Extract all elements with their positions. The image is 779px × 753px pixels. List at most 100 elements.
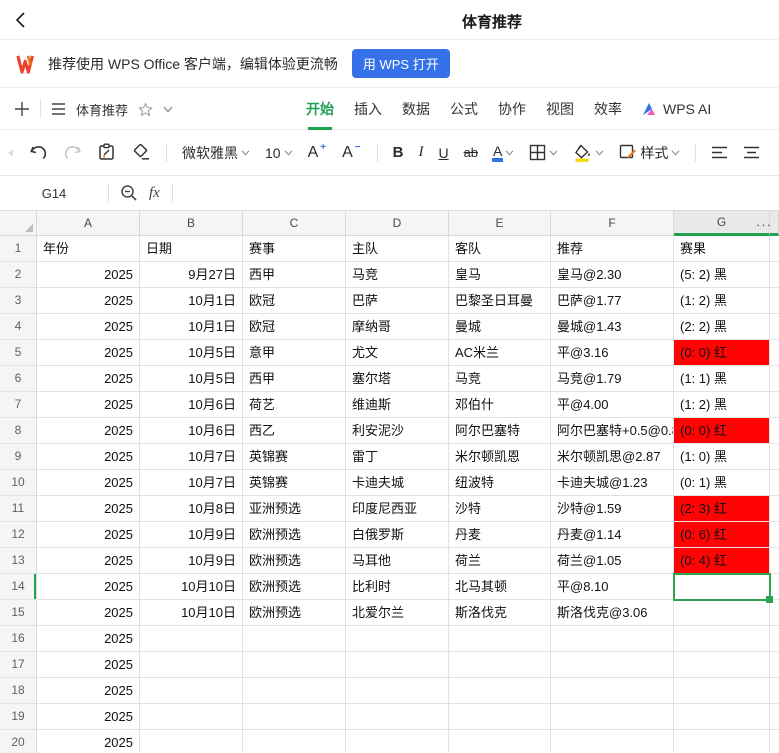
cell-D13[interactable]: 马耳他 [346,548,449,574]
cell-F11[interactable]: 沙特@1.59 [551,496,674,522]
cell-E12[interactable]: 丹麦 [449,522,551,548]
cell-F12[interactable]: 丹麦@1.14 [551,522,674,548]
cell-A12[interactable]: 2025 [37,522,140,548]
cell-D20[interactable] [346,730,449,753]
cell-D3[interactable]: 巴萨 [346,288,449,314]
cell-C11[interactable]: 亚洲预选 [243,496,346,522]
cell-B1[interactable]: 日期 [140,236,243,262]
tab-视图[interactable]: 视图 [546,88,574,130]
cell-C5[interactable]: 意甲 [243,340,346,366]
tab-WPS AI[interactable]: WPS AI [642,88,711,130]
eraser-button[interactable] [131,144,151,161]
cell-D12[interactable]: 白俄罗斯 [346,522,449,548]
new-sheet-button[interactable] [14,101,30,117]
cell-A10[interactable]: 2025 [37,470,140,496]
cell-E5[interactable]: AC米兰 [449,340,551,366]
cell-A6[interactable]: 2025 [37,366,140,392]
column-header-F[interactable]: F [551,211,674,236]
title-dropdown-button[interactable] [163,106,173,113]
cell-F16[interactable] [551,626,674,652]
cell-D10[interactable]: 卡迪夫城 [346,470,449,496]
cell-G7[interactable]: (1: 2) 黑 [674,392,770,418]
row-header-17[interactable]: 17 [0,652,37,678]
cell-D15[interactable]: 北爱尔兰 [346,600,449,626]
cell-G11[interactable]: (2: 3) 红 [674,496,770,522]
column-header-E[interactable]: E [449,211,551,236]
font-size-select[interactable]: 10 [265,145,293,161]
fill-color-button[interactable] [573,144,604,162]
row-header-13[interactable]: 13 [0,548,37,574]
cell-E8[interactable]: 阿尔巴塞特 [449,418,551,444]
cell-F1[interactable]: 推荐 [551,236,674,262]
cell-E10[interactable]: 纽波特 [449,470,551,496]
cell-C19[interactable] [243,704,346,730]
cell-D1[interactable]: 主队 [346,236,449,262]
cell-D9[interactable]: 雷丁 [346,444,449,470]
row-header-15[interactable]: 15 [0,600,37,626]
cell-G10[interactable]: (0: 1) 黑 [674,470,770,496]
cell-B9[interactable]: 10月7日 [140,444,243,470]
cell-D2[interactable]: 马竞 [346,262,449,288]
cell-E14[interactable]: 北马其顿 [449,574,551,600]
cell-E19[interactable] [449,704,551,730]
cell-F7[interactable]: 平@4.00 [551,392,674,418]
cell-B19[interactable] [140,704,243,730]
row-header-1[interactable]: 1 [0,236,37,262]
cell-E7[interactable]: 邓伯什 [449,392,551,418]
tab-开始[interactable]: 开始 [306,88,334,130]
cell-B12[interactable]: 10月9日 [140,522,243,548]
cell-G2[interactable]: (5: 2) 黑 [674,262,770,288]
row-header-7[interactable]: 7 [0,392,37,418]
cell-A19[interactable]: 2025 [37,704,140,730]
cell-C3[interactable]: 欧冠 [243,288,346,314]
cell-A18[interactable]: 2025 [37,678,140,704]
cell-F20[interactable] [551,730,674,753]
back-button[interactable] [10,8,34,32]
cell-C17[interactable] [243,652,346,678]
cell-B11[interactable]: 10月8日 [140,496,243,522]
cell-A3[interactable]: 2025 [37,288,140,314]
row-header-20[interactable]: 20 [0,730,37,753]
cell-F3[interactable]: 巴萨@1.77 [551,288,674,314]
cell-G5[interactable]: (0: 0) 红 [674,340,770,366]
cell-A15[interactable]: 2025 [37,600,140,626]
cell-A11[interactable]: 2025 [37,496,140,522]
cell-D5[interactable]: 尤文 [346,340,449,366]
cell-F9[interactable]: 米尔顿凯思@2.87 [551,444,674,470]
cell-D14[interactable]: 比利时 [346,574,449,600]
cell-C7[interactable]: 荷艺 [243,392,346,418]
cell-B15[interactable]: 10月10日 [140,600,243,626]
column-header-A[interactable]: A [37,211,140,236]
cell-E3[interactable]: 巴黎圣日耳曼 [449,288,551,314]
cell-A7[interactable]: 2025 [37,392,140,418]
row-header-5[interactable]: 5 [0,340,37,366]
decrease-font-button[interactable]: A− [342,144,362,162]
cell-F17[interactable] [551,652,674,678]
tab-效率[interactable]: 效率 [594,88,622,130]
cell-B2[interactable]: 9月27日 [140,262,243,288]
cell-A9[interactable]: 2025 [37,444,140,470]
column-header-C[interactable]: C [243,211,346,236]
zoom-button[interactable] [120,184,138,202]
cell-C18[interactable] [243,678,346,704]
align-left-button[interactable] [711,146,728,159]
undo-button[interactable] [29,144,48,161]
row-header-14[interactable]: 14 [0,574,37,600]
cell-B10[interactable]: 10月7日 [140,470,243,496]
cell-C6[interactable]: 西甲 [243,366,346,392]
cell-G15[interactable] [674,600,770,626]
cell-A1[interactable]: 年份 [37,236,140,262]
strikethrough-button[interactable]: ab [464,145,478,160]
cell-D17[interactable] [346,652,449,678]
cell-F13[interactable]: 荷兰@1.05 [551,548,674,574]
cell-E13[interactable]: 荷兰 [449,548,551,574]
cell-A8[interactable]: 2025 [37,418,140,444]
row-header-2[interactable]: 2 [0,262,37,288]
cell-G12[interactable]: (0: 6) 红 [674,522,770,548]
cell-style-button[interactable]: 样式 [619,143,680,163]
cell-E17[interactable] [449,652,551,678]
cell-F8[interactable]: 阿尔巴塞特+0.5@0.8 [551,418,674,444]
cell-G9[interactable]: (1: 0) 黑 [674,444,770,470]
cell-F18[interactable] [551,678,674,704]
scroll-toolbar-left-button[interactable] [6,148,14,158]
